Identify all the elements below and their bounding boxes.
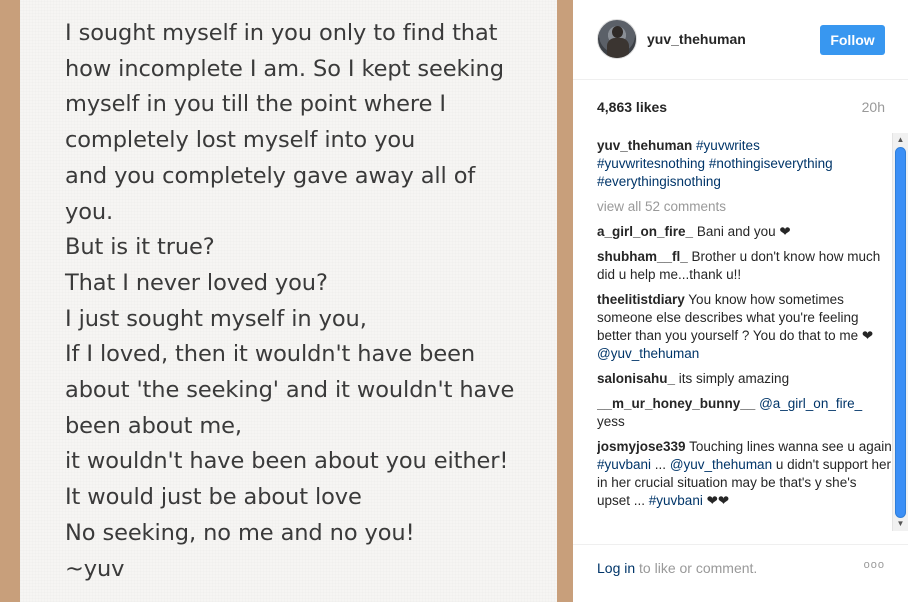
- avatar-body-shape: [607, 38, 629, 58]
- follow-button[interactable]: Follow: [820, 25, 885, 55]
- comment-username[interactable]: salonisahu_: [597, 371, 675, 386]
- caption-username[interactable]: yuv_thehuman: [597, 138, 692, 153]
- caption: yuv_thehuman #yuvwrites #yuvwritesnothin…: [597, 137, 893, 191]
- poem-line: No seeking, no me and no you!: [65, 519, 415, 546]
- comment-username[interactable]: a_girl_on_fire_: [597, 224, 693, 239]
- view-all-comments-link[interactable]: view all 52 comments: [597, 198, 893, 216]
- comment-username[interactable]: theelitistdiary: [597, 292, 685, 307]
- scroll-up-icon[interactable]: ▲: [896, 135, 905, 145]
- avatar[interactable]: [597, 19, 637, 59]
- login-link[interactable]: Log in: [597, 560, 635, 576]
- comment-text: its simply amazing: [678, 371, 790, 386]
- poem-line: myself in you till the point where I: [65, 91, 446, 118]
- caption-tag[interactable]: #everythingisnothing: [597, 174, 721, 189]
- scroll-down-icon[interactable]: ▼: [896, 519, 905, 529]
- comment-text: Touching lines wanna see u again: [689, 439, 892, 454]
- poem-line: I just sought myself in you,: [65, 305, 367, 332]
- caption-tag[interactable]: #yuvwritesnothing: [597, 156, 705, 171]
- comment-item: shubham__fl_ Brother u don't know how mu…: [597, 248, 893, 284]
- poem-line: and you completely gave away all of: [65, 162, 476, 189]
- poem-line: It would just be about love: [65, 484, 362, 511]
- poem-paper: I sought myself in you only to find that…: [20, 0, 557, 602]
- comment-text: ...: [651, 457, 670, 472]
- comment-link[interactable]: #yuvbani: [649, 493, 703, 508]
- poem-line: how incomplete I am. So I kept seeking: [65, 55, 504, 82]
- post-side-panel: yuv_thehuman Follow 4,863 likes 20h yuv_…: [573, 0, 908, 602]
- poem-line: been about me,: [65, 412, 242, 439]
- post-photo: I sought myself in you only to find that…: [0, 0, 573, 602]
- caption-tag[interactable]: #nothingiseverything: [709, 156, 833, 171]
- poem-text: I sought myself in you only to find that…: [65, 16, 565, 587]
- poem-line: you.: [65, 198, 114, 225]
- caption-tag[interactable]: #yuvwrites: [696, 138, 760, 153]
- poem-line: it wouldn't have been about you either!: [65, 448, 509, 475]
- comment-item: __m_ur_honey_bunny__ @a_girl_on_fire_ ye…: [597, 395, 893, 431]
- poem-line: about 'the seeking' and it wouldn't have: [65, 377, 515, 404]
- comments-scrollbar[interactable]: ▲ ▼: [892, 133, 908, 531]
- poem-line: completely lost myself into you: [65, 127, 416, 154]
- comment-username[interactable]: shubham__fl_: [597, 249, 688, 264]
- comment-item: salonisahu_ its simply amazing: [597, 370, 893, 388]
- scrollbar-thumb[interactable]: [895, 147, 906, 518]
- poem-line: But is it true?: [65, 234, 215, 261]
- comment-text: ❤❤: [702, 493, 730, 508]
- post-time[interactable]: 20h: [862, 99, 885, 115]
- poem-line: That I never loved you?: [65, 269, 328, 296]
- comment-item: a_girl_on_fire_ Bani and you ❤: [597, 223, 893, 241]
- comment-text: Bani and you ❤: [696, 224, 791, 239]
- likes-count[interactable]: 4,863 likes: [597, 99, 667, 115]
- poem-line: ~yuv: [65, 555, 125, 582]
- poem-line: If I loved, then it wouldn't have been: [65, 341, 475, 368]
- comment-item: josmyjose339 Touching lines wanna see u …: [597, 438, 893, 510]
- login-prompt: Log in to like or comment.: [597, 560, 757, 576]
- comment-link[interactable]: @a_girl_on_fire_: [759, 396, 862, 411]
- comment-link[interactable]: @yuv_thehuman: [670, 457, 772, 472]
- comment-text: yess: [597, 414, 625, 429]
- comments-list: yuv_thehuman #yuvwrites #yuvwritesnothin…: [597, 137, 893, 530]
- comment-username[interactable]: josmyjose339: [597, 439, 686, 454]
- comment-item: theelitistdiary You know how sometimes s…: [597, 291, 893, 363]
- comment-username[interactable]: __m_ur_honey_bunny__: [597, 396, 755, 411]
- comment-link[interactable]: @yuv_thehuman: [597, 346, 699, 361]
- login-prompt-text: to like or comment.: [635, 560, 758, 576]
- more-options-icon[interactable]: ooo: [864, 559, 885, 571]
- comment-link[interactable]: #yuvbani: [597, 457, 651, 472]
- header-username[interactable]: yuv_thehuman: [647, 31, 746, 47]
- poem-line: I sought myself in you only to find that: [65, 20, 498, 46]
- post-header: yuv_thehuman Follow: [573, 0, 908, 80]
- post-footer: Log in to like or comment. ooo: [573, 544, 908, 602]
- avatar-head-shape: [612, 26, 623, 38]
